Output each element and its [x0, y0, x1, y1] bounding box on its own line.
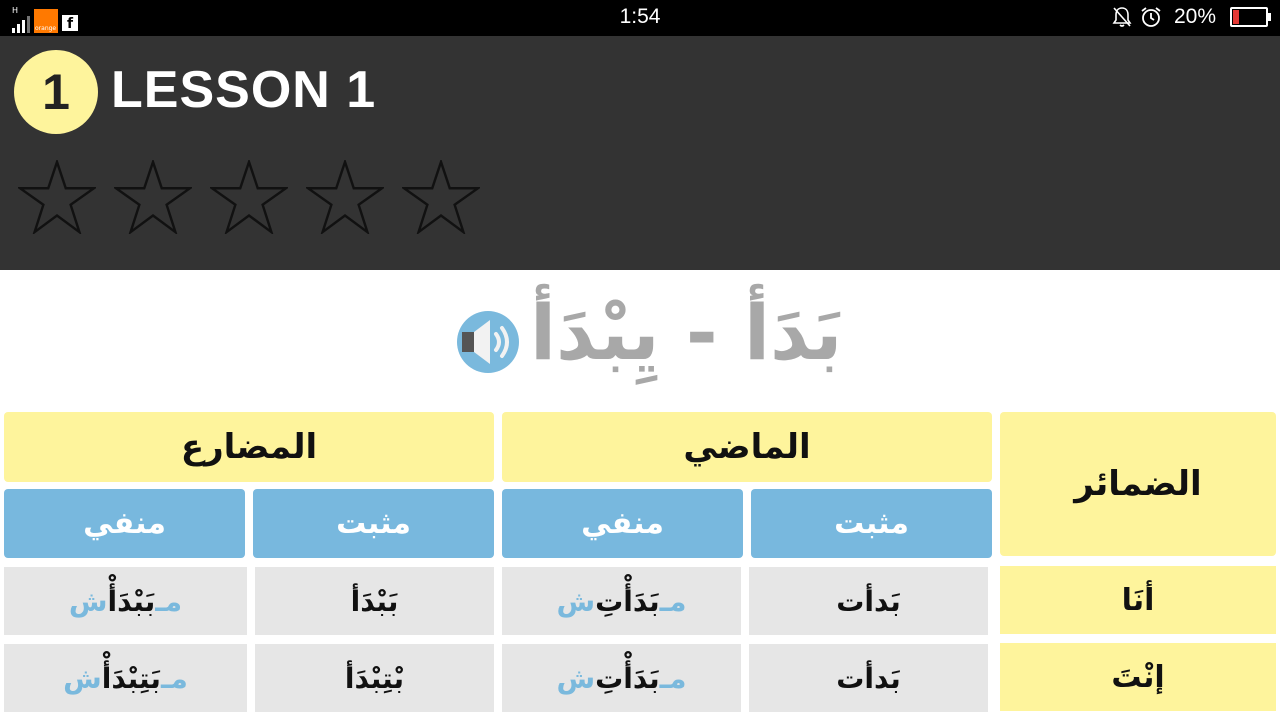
negative-stem: بَبْدَأْ — [107, 584, 156, 618]
star-icon[interactable] — [18, 160, 96, 234]
negation-suffix: ش — [556, 661, 596, 695]
present-negative-cell: مـ بَبْدَأْ ش — [4, 567, 247, 635]
lesson-number-badge: 1 — [14, 50, 98, 134]
negation-prefix: مـ — [659, 661, 687, 695]
rating-stars — [18, 160, 480, 234]
past-affirmative-cell: بَدأت — [749, 567, 988, 635]
clock: 1:54 — [619, 5, 661, 28]
negative-stem: بَدَأْتِ — [595, 584, 660, 618]
pronoun-cell: أنَا — [1000, 566, 1276, 634]
status-right-icons: 20% — [1112, 5, 1271, 29]
pronoun-cell: إنْتَ — [1000, 643, 1276, 711]
present-negative-header: منفي — [4, 489, 245, 558]
verb-row: بَدَأ - يِبْدَأ — [0, 270, 1280, 410]
negative-stem: بَتِبْدَأْ — [101, 661, 161, 695]
present-tense-header: المضارع — [4, 412, 494, 482]
past-tense-header: الماضي — [502, 412, 992, 482]
alarm-icon — [1141, 7, 1161, 27]
star-icon[interactable] — [114, 160, 192, 234]
battery-percent: 20% — [1173, 5, 1216, 28]
speaker-icon[interactable] — [456, 310, 520, 374]
negation-prefix: مـ — [155, 584, 183, 618]
lesson-header: 1 LESSON 1 — [0, 36, 1280, 270]
past-negative-cell: مـ بَدَأْتِ ش — [502, 644, 741, 712]
negative-stem: بَدَأْتِ — [595, 661, 660, 695]
verb-text: بَدَأ - يِبْدَأ — [530, 288, 843, 377]
negation-suffix: ش — [68, 584, 108, 618]
bell-off-icon — [1112, 7, 1132, 27]
negation-suffix: ش — [63, 661, 102, 695]
battery-level-fill — [1233, 10, 1239, 24]
present-affirmative-header: مثبت — [253, 489, 494, 558]
negation-prefix: مـ — [659, 584, 687, 618]
battery-icon — [1230, 7, 1271, 27]
past-affirmative-cell: بَدأت — [749, 644, 988, 712]
star-icon[interactable] — [306, 160, 384, 234]
past-negative-header: منفي — [502, 489, 743, 558]
lesson-title: LESSON 1 — [111, 61, 377, 119]
status-bar: H orange f 1:54 20% — [0, 0, 1280, 36]
past-negative-cell: مـ بَدَأْتِ ش — [502, 567, 741, 635]
past-affirmative-header: مثبت — [751, 489, 992, 558]
star-icon[interactable] — [402, 160, 480, 234]
star-icon[interactable] — [210, 160, 288, 234]
present-negative-cell: مـ بَتِبْدَأْ ش — [4, 644, 247, 712]
present-affirmative-cell: بَبْدَأ — [255, 567, 494, 635]
pronouns-header: الضمائر — [1000, 412, 1276, 556]
present-affirmative-cell: بْتِبْدَأ — [255, 644, 494, 712]
negation-prefix: مـ — [160, 661, 188, 695]
negation-suffix: ش — [556, 584, 596, 618]
